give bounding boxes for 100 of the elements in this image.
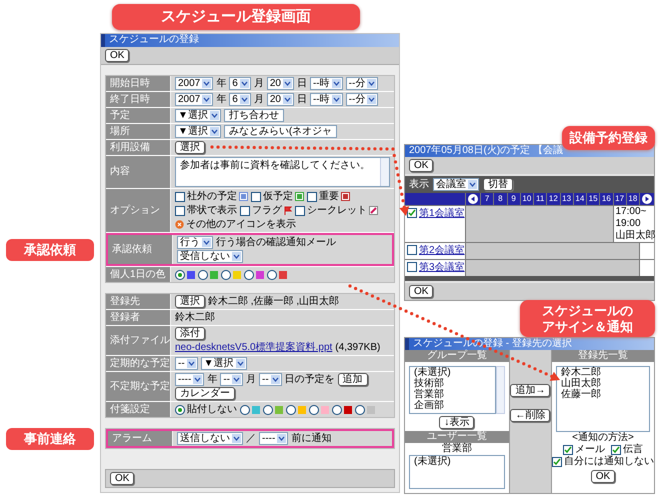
checkbox-label: 重要 — [319, 190, 339, 202]
show-button[interactable]: ↓表示 — [439, 416, 474, 429]
caret-icon — [240, 79, 249, 88]
ok-button[interactable]: OK — [590, 470, 616, 483]
callout-label: 事前連絡 — [6, 428, 94, 450]
dropdown[interactable]: -- — [175, 357, 198, 370]
group-list[interactable]: (未選択) 技術部 営業部 企画部 — [409, 366, 496, 414]
dropdown[interactable]: ▼選択 — [175, 109, 221, 122]
list-item[interactable]: 企画部 — [414, 400, 491, 411]
checkbox-label: フラグ — [252, 204, 282, 216]
room-link[interactable]: 第1会議室 — [419, 208, 465, 220]
checkbox[interactable] — [295, 206, 305, 216]
text-field[interactable]: 打ち合わせ — [224, 109, 284, 122]
room-link[interactable]: 第3会議室 — [419, 262, 465, 274]
checkbox[interactable] — [552, 457, 562, 467]
previous-arrow-icon[interactable] — [466, 193, 480, 205]
dropdown[interactable]: 受信しない — [177, 250, 243, 263]
dropdown[interactable]: 20 — [266, 77, 294, 90]
dropdown[interactable]: --時 — [310, 77, 343, 90]
flag-icon — [284, 206, 292, 215]
ok-button[interactable]: OK — [409, 285, 434, 298]
ok-button[interactable]: OK — [409, 159, 434, 172]
dropdown[interactable]: --分 — [346, 93, 378, 106]
dropdown[interactable]: 2007 — [175, 93, 214, 106]
list-item[interactable]: 鈴木二郎 — [561, 367, 645, 378]
remove-button[interactable]: ←削除 — [510, 409, 550, 422]
radio-button[interactable] — [286, 404, 296, 414]
checkbox[interactable] — [611, 445, 621, 455]
dropdown[interactable]: -- — [259, 373, 282, 386]
caret-icon — [236, 359, 245, 368]
list-item[interactable]: 佐藤一郎 — [561, 389, 645, 400]
button[interactable]: カレンダー — [175, 387, 235, 400]
room-link[interactable]: 第2会議室 — [419, 245, 465, 257]
checkbox-label: 仮予定 — [263, 190, 293, 202]
checkbox[interactable] — [407, 208, 417, 218]
button[interactable]: 追加 — [338, 373, 368, 386]
checkbox[interactable] — [407, 262, 417, 272]
radio-button[interactable] — [240, 404, 250, 414]
switch-button[interactable]: 切替 — [483, 178, 513, 191]
user-list[interactable]: (未選択) — [409, 455, 505, 489]
list-item[interactable]: (未選択) — [414, 456, 500, 467]
radio-button[interactable] — [267, 270, 277, 280]
hour-label: 18 — [626, 193, 639, 205]
radio-button[interactable] — [355, 404, 365, 414]
dropdown[interactable]: 行う — [177, 236, 213, 249]
caret-icon — [468, 180, 477, 189]
list-item[interactable]: 営業部 — [414, 389, 491, 400]
checkbox[interactable] — [563, 445, 573, 455]
caret-icon — [210, 111, 219, 120]
button[interactable]: 選択 — [175, 295, 205, 308]
caret-icon — [210, 127, 219, 136]
list-item[interactable]: 山田太郎 — [561, 378, 645, 389]
hour-label: 16 — [600, 193, 612, 205]
radio-button[interactable] — [175, 404, 185, 414]
field-label: 添付ファイル — [106, 326, 170, 355]
caret-icon — [232, 252, 241, 261]
checkbox[interactable] — [407, 245, 417, 255]
list-item[interactable]: 技術部 — [414, 378, 491, 389]
dropdown[interactable]: ---- — [175, 373, 204, 386]
checkbox-label: 社外の予定 — [187, 190, 237, 202]
next-arrow-icon[interactable] — [640, 193, 654, 205]
field-label: 場所 — [106, 124, 170, 139]
checkbox[interactable] — [251, 192, 261, 202]
checkbox[interactable] — [175, 206, 185, 216]
field-text: (4,397KB) — [335, 342, 380, 354]
checkbox[interactable] — [175, 192, 185, 202]
dropdown[interactable]: 6 — [229, 93, 251, 106]
radio-button[interactable] — [244, 270, 254, 280]
dropdown[interactable]: 6 — [229, 77, 251, 90]
dropdown[interactable]: 20 — [266, 93, 294, 106]
check-icon — [408, 209, 416, 217]
button[interactable]: 選択 — [175, 141, 205, 154]
list-item[interactable]: (未選択) — [414, 367, 491, 378]
dropdown[interactable]: 会議室 — [433, 178, 479, 191]
radio-button[interactable] — [198, 270, 208, 280]
text-field[interactable]: みなとみらい(ネオジャ — [224, 125, 338, 138]
scrollbar[interactable] — [380, 158, 389, 186]
ok-button[interactable]: OK — [105, 49, 130, 62]
dropdown[interactable]: 2007 — [175, 77, 214, 90]
radio-button[interactable] — [175, 270, 185, 280]
add-button[interactable]: 追加→ — [510, 384, 550, 397]
radio-button[interactable] — [263, 404, 273, 414]
radio-button[interactable] — [221, 270, 231, 280]
radio-button[interactable] — [332, 404, 342, 414]
dropdown[interactable]: --分 — [346, 77, 378, 90]
ok-button[interactable]: OK — [110, 472, 134, 485]
dropdown[interactable]: --時 — [310, 93, 343, 106]
dropdown[interactable]: -- — [220, 373, 243, 386]
dropdown[interactable]: 送信しない — [177, 432, 243, 445]
button[interactable]: 添付 — [175, 327, 205, 340]
checkbox[interactable] — [240, 206, 250, 216]
radio-button[interactable] — [309, 404, 319, 414]
dropdown[interactable]: ---- — [259, 432, 288, 445]
checkbox-label: 伝言 — [623, 444, 643, 456]
file-link[interactable]: neo-desknetsV5.0標準提案資料.ppt — [175, 342, 332, 354]
text-area[interactable]: 参加者は事前に資料を確認してください。 — [175, 157, 390, 187]
dropdown[interactable]: ▼選択 — [200, 357, 247, 370]
dropdown[interactable]: ▼選択 — [175, 125, 221, 138]
checkbox[interactable] — [307, 192, 317, 202]
assignee-list[interactable]: 鈴木二郎 山田太郎 佐藤一郎 — [556, 366, 650, 432]
